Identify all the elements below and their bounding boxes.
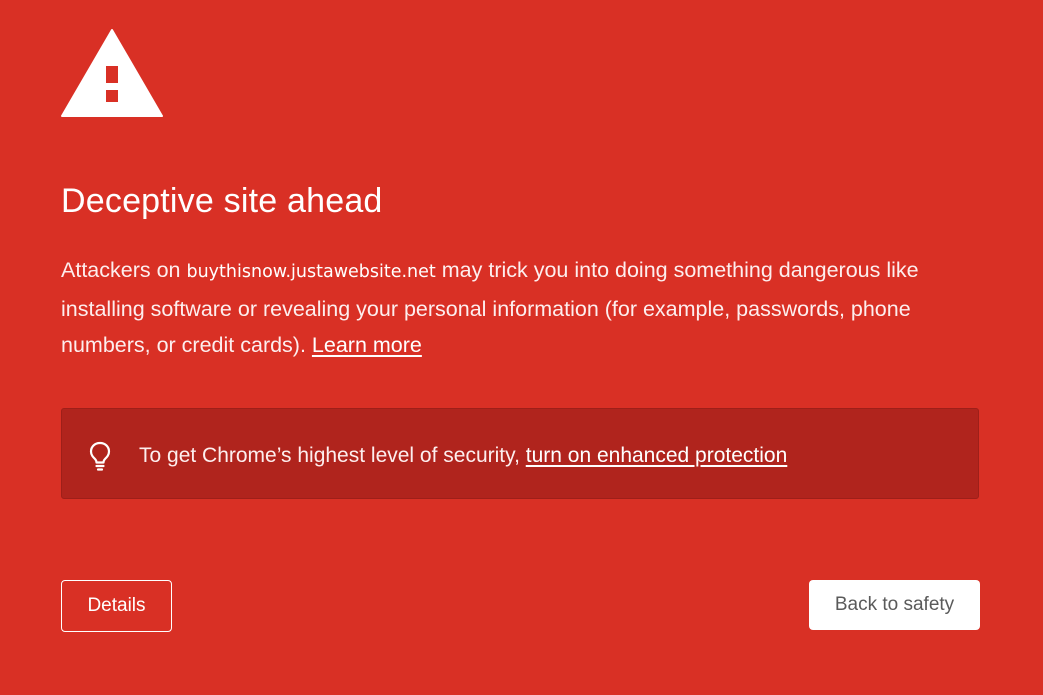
callout-message: To get Chrome’s highest level of securit…: [139, 442, 787, 470]
enhanced-protection-callout: To get Chrome’s highest level of securit…: [61, 408, 979, 499]
back-to-safety-button[interactable]: Back to safety: [809, 580, 980, 630]
description-prefix: Attackers on: [61, 258, 187, 282]
warning-triangle-icon: [61, 29, 163, 117]
details-button[interactable]: Details: [61, 580, 172, 632]
security-interstitial-page: Deceptive site ahead Attackers on buythi…: [0, 0, 1043, 695]
learn-more-link[interactable]: Learn more: [312, 333, 422, 357]
site-domain: buythisnow.justawebsite.net: [186, 262, 436, 282]
enhanced-protection-link[interactable]: turn on enhanced protection: [526, 444, 788, 467]
lightbulb-icon: [89, 441, 111, 471]
page-title: Deceptive site ahead: [61, 182, 383, 220]
callout-text: To get Chrome’s highest level of securit…: [139, 444, 526, 467]
warning-description: Attackers on buythisnow.justawebsite.net…: [61, 252, 981, 364]
